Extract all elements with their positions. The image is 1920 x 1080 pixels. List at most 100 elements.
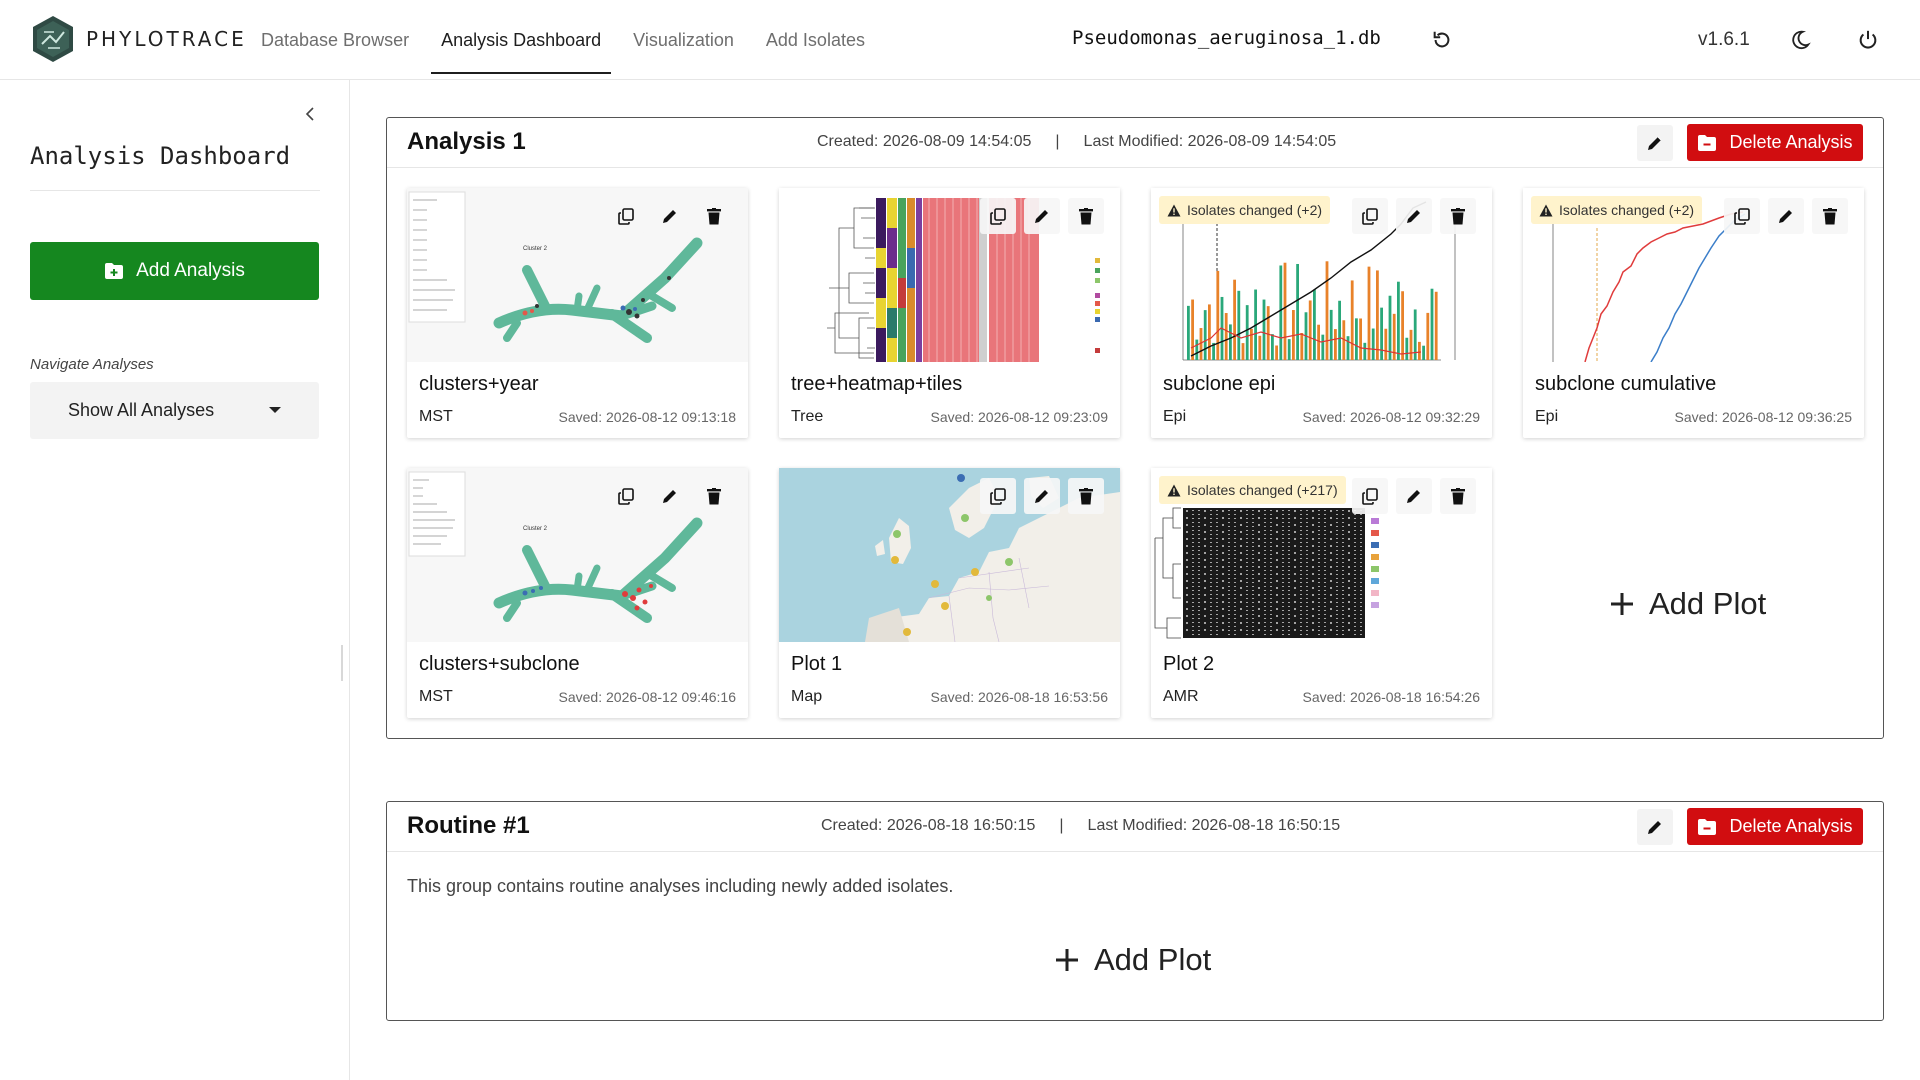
trash-icon[interactable]	[1068, 198, 1104, 234]
pencil-icon	[1648, 821, 1661, 834]
plot-title: clusters+subclone	[419, 653, 580, 675]
thumbnail-bar	[1233, 279, 1236, 360]
resize-handle[interactable]	[341, 645, 343, 681]
thumbnail-bar	[1241, 343, 1245, 360]
plot-actions	[1724, 198, 1848, 234]
plot-saved-date: Saved: 2026-08-12 09:23:09	[930, 409, 1108, 425]
thumbnail-bar	[1308, 300, 1312, 360]
tab-visualization[interactable]: Visualization	[617, 0, 750, 80]
add-plot-button[interactable]: Add Plot	[1054, 942, 1211, 978]
trash-icon[interactable]	[1440, 478, 1476, 514]
warning-text: Isolates changed (+2)	[1187, 202, 1323, 218]
plus-icon	[1611, 593, 1633, 615]
plus-icon	[1056, 949, 1078, 971]
tab-database-browser[interactable]: Database Browser	[245, 0, 425, 80]
edit-analysis-button[interactable]	[1637, 125, 1673, 161]
power-icon[interactable]	[1854, 26, 1882, 54]
plot-title: tree+heatmap+tiles	[791, 373, 963, 395]
warning-text: Isolates changed (+217)	[1187, 482, 1338, 498]
pencil-icon[interactable]	[652, 478, 688, 514]
plot-actions	[1352, 478, 1476, 514]
pencil-icon[interactable]	[1768, 198, 1804, 234]
thumbnail-bar	[1203, 310, 1207, 360]
thumbnail-bar	[1313, 289, 1316, 360]
thumbnail-bar	[1317, 324, 1320, 360]
delete-analysis-label: Delete Analysis	[1729, 816, 1853, 836]
add-analysis-button[interactable]: Add Analysis	[30, 242, 319, 300]
pencil-icon[interactable]	[1024, 478, 1060, 514]
delete-analysis-button[interactable]: Delete Analysis	[1687, 808, 1863, 845]
plot-card[interactable]: Isolates changed (+2) subclone epi Epi S…	[1151, 188, 1492, 438]
copy-icon[interactable]	[1352, 198, 1388, 234]
pencil-icon[interactable]	[1396, 198, 1432, 234]
add-plot-label: Add Plot	[1094, 942, 1212, 977]
warning-badge: Isolates changed (+2)	[1159, 196, 1331, 224]
pencil-icon[interactable]	[1024, 198, 1060, 234]
plot-card[interactable]: Plot 1 Map Saved: 2026-08-18 16:53:56	[779, 468, 1120, 718]
tab-analysis-dashboard[interactable]: Analysis Dashboard	[425, 0, 617, 80]
copy-icon[interactable]	[980, 478, 1016, 514]
copy-icon[interactable]	[608, 478, 644, 514]
chevron-left-icon[interactable]	[296, 100, 324, 128]
pencil-icon[interactable]	[1396, 478, 1432, 514]
refresh-icon[interactable]	[1428, 26, 1456, 54]
plot-saved-date: Saved: 2026-08-12 09:36:25	[1674, 409, 1852, 425]
add-plot-button[interactable]: Add Plot	[1609, 586, 1766, 622]
navigate-analyses-select[interactable]: Show All Analyses	[30, 382, 319, 439]
plot-card[interactable]: tree+heatmap+tiles Tree Saved: 2026-08-1…	[779, 188, 1120, 438]
thumbnail-bar	[1338, 300, 1341, 360]
warning-badge: Isolates changed (+2)	[1531, 196, 1703, 224]
thumbnail-bar	[1300, 332, 1304, 360]
copy-icon[interactable]	[1724, 198, 1760, 234]
plot-actions	[608, 478, 732, 514]
analysis-title: Analysis 1	[407, 128, 526, 155]
folder-plus-icon	[105, 263, 124, 279]
copy-icon[interactable]	[980, 198, 1016, 234]
thumbnail-bar	[1229, 324, 1232, 360]
trash-icon[interactable]	[696, 198, 732, 234]
plot-title: subclone epi	[1163, 373, 1276, 395]
trash-icon[interactable]	[696, 478, 732, 514]
thumbnail-bar	[1371, 328, 1375, 360]
delete-analysis-label: Delete Analysis	[1729, 132, 1853, 152]
trash-icon[interactable]	[1068, 478, 1104, 514]
analysis-panel: Routine #1 Created: 2026-08-18 16:50:15 |…	[386, 801, 1884, 1021]
thumbnail-bar	[1350, 280, 1354, 360]
navigate-analyses-value: Show All Analyses	[68, 400, 215, 420]
warning-icon	[1167, 484, 1181, 496]
plot-card[interactable]: Isolates changed (+217) Plot 2 AMR Saved…	[1151, 468, 1492, 718]
trash-icon[interactable]	[1440, 198, 1476, 234]
thumbnail-bar	[1262, 299, 1266, 360]
analysis-header: Analysis 1 Created: 2026-08-09 14:54:05 |…	[387, 118, 1883, 168]
delete-analysis-button[interactable]: Delete Analysis	[1687, 124, 1863, 161]
warning-icon	[1539, 204, 1553, 216]
thumbnail-bar	[1329, 309, 1333, 360]
plot-title: subclone cumulative	[1535, 373, 1717, 395]
edit-analysis-button[interactable]	[1637, 809, 1673, 845]
plot-card[interactable]: Cluster 2 clusters+subclone MST Saved: 2…	[407, 468, 748, 718]
top-navbar: PHYLOTRACE Database Browser Analysis Das…	[0, 0, 1920, 80]
pencil-icon[interactable]	[652, 198, 688, 234]
copy-icon[interactable]	[1352, 478, 1388, 514]
plot-card[interactable]: Isolates changed (+2) subclone cumulativ…	[1523, 188, 1864, 438]
thumbnail-bar	[1279, 265, 1283, 360]
created-date: Created: 2026-08-09 14:54:05	[817, 133, 1032, 150]
plot-type: AMR	[1163, 688, 1199, 705]
copy-icon[interactable]	[608, 198, 644, 234]
plot-saved-date: Saved: 2026-08-18 16:54:26	[1302, 689, 1480, 705]
thumbnail-bar	[1208, 304, 1211, 360]
thumbnail-bar	[1418, 341, 1421, 360]
tab-add-isolates[interactable]: Add Isolates	[750, 0, 881, 80]
version-label: v1.6.1	[1698, 29, 1750, 50]
plot-title: clusters+year	[419, 373, 539, 395]
thumbnail-bar	[1401, 291, 1404, 360]
plot-card[interactable]: Cluster 2 clusters+year MST Saved: 2026-…	[407, 188, 748, 438]
logo-icon	[30, 14, 76, 64]
warning-icon	[1167, 204, 1181, 216]
modified-date: Last Modified: 2026-08-18 16:50:15	[1087, 817, 1341, 834]
trash-icon[interactable]	[1812, 198, 1848, 234]
moon-icon[interactable]	[1786, 26, 1814, 54]
thumbnail-bar	[1430, 288, 1434, 360]
thumbnail-bar	[1287, 339, 1291, 360]
thumbnail-bar	[1355, 318, 1358, 360]
